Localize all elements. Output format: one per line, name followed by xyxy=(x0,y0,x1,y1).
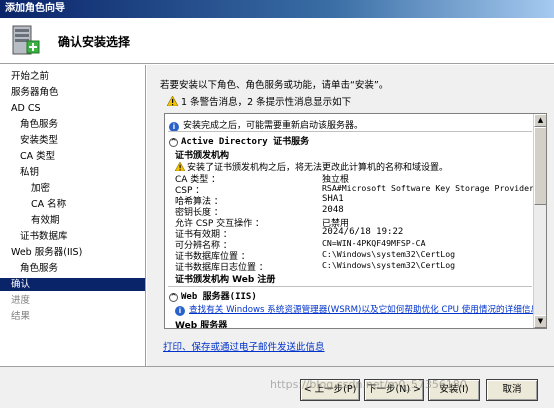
restart-info-text: 安装完成之后，可能需要重新启动该服务器。 xyxy=(183,121,364,131)
detail-value: C:\Windows\system32\CertLog xyxy=(322,249,456,259)
scroll-down-icon[interactable]: ▼ xyxy=(534,315,546,328)
page-title: 确认安装选择 xyxy=(58,35,131,49)
detail-value: 2024/6/18 19:22 xyxy=(322,227,404,237)
cancel-button[interactable]: 取消 xyxy=(486,379,538,401)
nav-item-private-key[interactable]: 私钥 xyxy=(20,166,39,179)
window-title: 添加角色向导 xyxy=(5,3,65,14)
title-bar: 添加角色向导 xyxy=(0,0,554,18)
detail-value: CN=WIN-4PKQF49MFSP-CA xyxy=(322,238,426,248)
summary-scrollbar[interactable]: ▲ ▼ xyxy=(533,114,546,328)
detail-value: SHA1 xyxy=(322,194,344,204)
nav-item-confirmation[interactable]: 确认 xyxy=(0,278,145,291)
summary-box[interactable]: i 安装完成之后，可能需要重新启动该服务器。 ^ Active Directory … xyxy=(164,113,547,329)
nav-item-setup-type[interactable]: 安装类型 xyxy=(20,134,58,147)
divider xyxy=(168,286,532,287)
warning-icon xyxy=(174,161,186,172)
nav-item-progress: 进度 xyxy=(11,295,31,306)
collapse-icon[interactable]: ^ xyxy=(169,138,178,147)
nav-item-role-services[interactable]: 角色服务 xyxy=(20,118,58,131)
watermark: https://blog.csdn.net/m0_57356180 xyxy=(270,378,467,391)
adcs-section-header[interactable]: ^ Active Directory 证书服务 xyxy=(169,134,309,147)
iis-section-header[interactable]: ^ Web 服务器(IIS) xyxy=(169,289,257,302)
nav-item-ca-type[interactable]: CA 类型 xyxy=(20,150,55,163)
iis-info-row: i 查找有关 Windows 系统资源管理器(WSRM)以及它如何帮助优化 CPU… xyxy=(175,303,534,316)
scroll-up-icon[interactable]: ▲ xyxy=(534,114,546,127)
web-enroll-heading: 证书颁发机构 Web 注册 xyxy=(175,275,276,285)
web-server-heading: Web 服务器 xyxy=(175,321,228,328)
warning-icon xyxy=(167,96,178,106)
wizard-nav: 开始之前 服务器角色 AD CS 角色服务 安装类型 CA 类型 私钥 加密 C… xyxy=(0,65,146,366)
nav-item-server-roles[interactable]: 服务器角色 xyxy=(11,86,59,99)
nav-item-adcs[interactable]: AD CS xyxy=(11,102,41,115)
nav-item-web-server-iis[interactable]: Web 服务器(IIS) xyxy=(11,246,82,259)
restart-info-row: i 安装完成之后，可能需要重新启动该服务器。 xyxy=(169,118,363,132)
scroll-thumb[interactable] xyxy=(534,127,546,205)
intro-text: 若要安装以下角色、角色服务或功能，请单击“安装”。 xyxy=(160,80,389,91)
detail-value: RSA#Microsoft Software Key Storage Provi… xyxy=(322,183,534,193)
warning-summary-text: 1 条警告消息，2 条提示性消息显示如下 xyxy=(181,97,352,108)
print-save-email-link[interactable]: 打印、保存或通过电子邮件发送此信息 xyxy=(163,339,325,353)
nav-item-iis-role-services[interactable]: 角色服务 xyxy=(20,262,58,275)
wizard-header: 确认安装选择 xyxy=(0,18,554,64)
nav-item-cryptography[interactable]: 加密 xyxy=(31,182,50,195)
wsrm-info-link[interactable]: 查找有关 Windows 系统资源管理器(WSRM)以及它如何帮助优化 CPU … xyxy=(189,305,534,315)
detail-value: C:\Windows\system32\CertLog xyxy=(322,260,456,270)
collapse-icon[interactable]: ^ xyxy=(169,293,178,302)
adcs-section-title: Active Directory 证书服务 xyxy=(181,137,310,147)
detail-value: 2048 xyxy=(322,205,344,215)
main-panel: 若要安装以下角色、角色服务或功能，请单击“安装”。 1 条警告消息，2 条提示性… xyxy=(147,65,554,366)
nav-item-results: 结果 xyxy=(11,311,31,322)
nav-item-validity-period[interactable]: 有效期 xyxy=(31,214,60,227)
warning-summary: 1 条警告消息，2 条提示性消息显示如下 xyxy=(167,94,351,108)
info-icon: i xyxy=(175,306,185,316)
divider xyxy=(168,131,532,132)
nav-item-cert-database[interactable]: 证书数据库 xyxy=(20,230,68,243)
nav-item-ca-name[interactable]: CA 名称 xyxy=(31,198,66,211)
summary-content: i 安装完成之后，可能需要重新启动该服务器。 ^ Active Directory … xyxy=(165,114,534,328)
ca-warning-text: 安装了证书颁发机构之后，将无法更改此计算机的名称和域设置。 xyxy=(187,163,449,173)
iis-section-title: Web 服务器(IIS) xyxy=(181,292,257,302)
server-add-icon xyxy=(12,25,40,55)
nav-item-before-begin[interactable]: 开始之前 xyxy=(11,70,49,83)
